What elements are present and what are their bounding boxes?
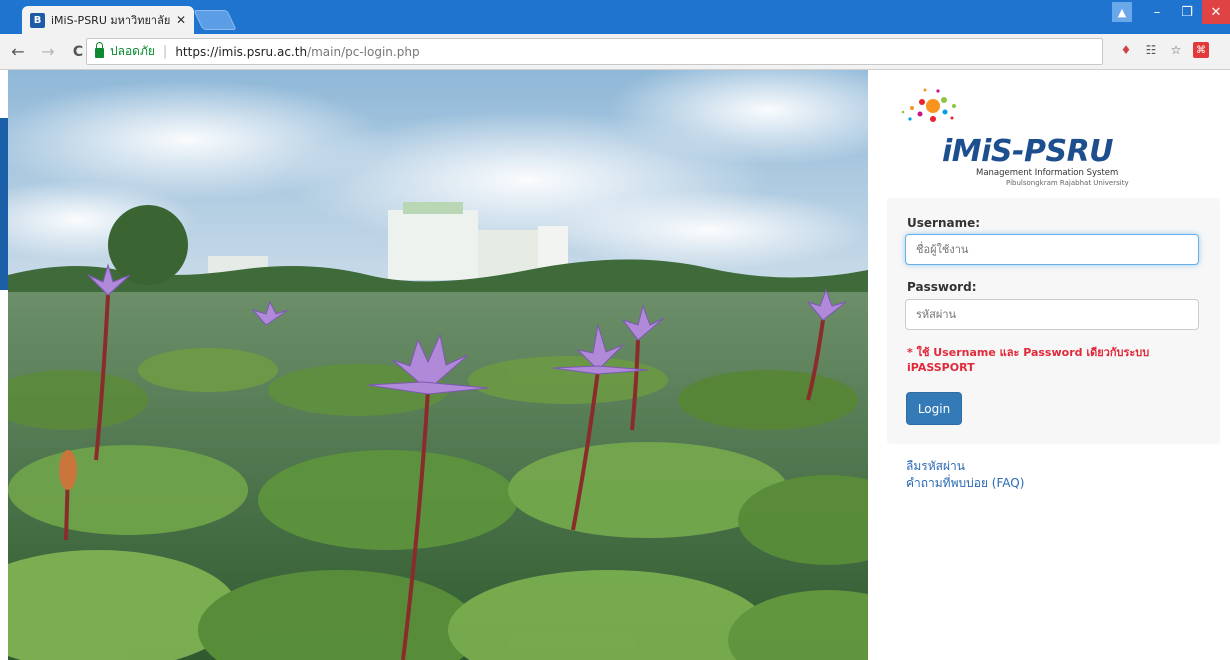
logo-subtitle: Management Information System xyxy=(976,168,1119,178)
username-label: Username: xyxy=(907,216,981,230)
window-controls: ▲ – ❐ ✕ xyxy=(1112,0,1230,24)
lock-icon xyxy=(95,42,104,58)
username-input[interactable] xyxy=(905,234,1199,265)
restore-button[interactable]: ❐ xyxy=(1172,0,1202,24)
url-text[interactable]: https://imis.psru.ac.th/main/pc-login.ph… xyxy=(175,45,419,59)
forward-button[interactable]: → xyxy=(36,42,60,61)
tab-favicon-icon: B xyxy=(30,12,45,28)
back-button[interactable]: ← xyxy=(6,42,30,61)
url-host: https://imis.psru.ac.th xyxy=(175,44,308,59)
shield-icon[interactable]: ♦ xyxy=(1118,42,1134,58)
new-tab-button[interactable] xyxy=(193,10,237,30)
extension-icons: ♦ ☷ ☆ ⌘ xyxy=(1118,42,1209,58)
login-form: Username: Password: * ใช้ Username และ P… xyxy=(887,198,1220,444)
address-separator: | xyxy=(162,44,168,59)
browser-toolbar: ← → C ปลอดภัย | https://imis.psru.ac.th/… xyxy=(0,34,1230,70)
url-path: /main/pc-login.php xyxy=(307,44,420,59)
browser-tab[interactable]: B iMiS-PSRU มหาวิทยาลัยราช ✕ xyxy=(22,6,194,34)
pdf-icon[interactable]: ⌘ xyxy=(1193,42,1209,58)
address-bar[interactable]: ปลอดภัย | https://imis.psru.ac.th/main/p… xyxy=(86,38,1103,65)
minimize-button[interactable]: – xyxy=(1142,0,1172,24)
help-links: ลืมรหัสผ่าน คำถามที่พบบ่อย (FAQ) xyxy=(906,458,1024,492)
campus-lotus-photo xyxy=(8,70,868,660)
tab-close-icon[interactable]: ✕ xyxy=(176,13,186,27)
translate-icon[interactable]: ☷ xyxy=(1143,42,1159,58)
user-icon[interactable]: ▲ xyxy=(1112,2,1132,22)
login-panel: iMiS-PSRU Management Information System … xyxy=(868,70,1230,660)
login-note: * ใช้ Username และ Password เดียวกับระบบ… xyxy=(907,346,1150,374)
secure-label: ปลอดภัย xyxy=(110,44,155,58)
logo-university: Pibulsongkram Rajabhat University xyxy=(1006,179,1129,187)
browser-tab-strip: B iMiS-PSRU มหาวิทยาลัยราช ✕ ▲ – ❐ ✕ xyxy=(0,0,1230,34)
window-close-button[interactable]: ✕ xyxy=(1202,0,1230,24)
tab-title: iMiS-PSRU มหาวิทยาลัยราช xyxy=(51,14,170,27)
logo-title: iMiS-PSRU xyxy=(942,134,1114,169)
imis-logo: iMiS-PSRU Management Information System … xyxy=(898,86,1129,192)
password-label: Password: xyxy=(907,280,977,294)
password-input[interactable] xyxy=(905,299,1199,330)
login-button[interactable]: Login xyxy=(906,392,962,425)
star-icon[interactable]: ☆ xyxy=(1168,42,1184,58)
forgot-password-link[interactable]: ลืมรหัสผ่าน xyxy=(906,458,1024,475)
faq-link[interactable]: คำถามที่พบบ่อย (FAQ) xyxy=(906,475,1024,492)
